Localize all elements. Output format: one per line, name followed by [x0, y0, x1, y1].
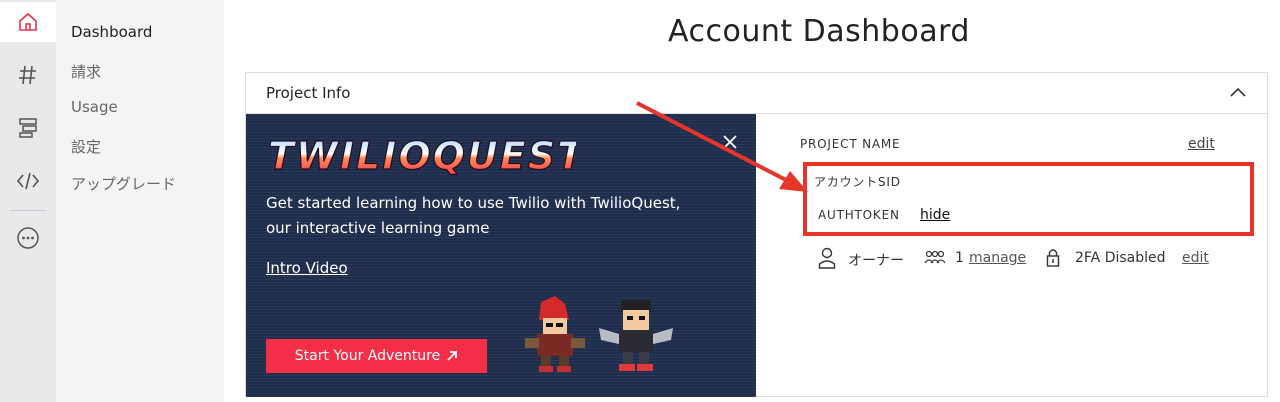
lock-icon	[1046, 249, 1060, 267]
project-name-label: PROJECT NAME	[800, 137, 901, 151]
banner-description: Get started learning how to use Twilio w…	[266, 194, 681, 237]
twilioquest-logo: TWILIOQUEST	[267, 134, 576, 176]
twofa-edit-link[interactable]: edit	[1182, 250, 1209, 266]
page-title: Account Dashboard	[668, 14, 970, 49]
manage-users-link[interactable]: manage	[969, 250, 1026, 266]
twofa-status: 2FA Disabled	[1075, 250, 1166, 266]
card-title: Project Info	[266, 84, 351, 102]
close-icon[interactable]	[722, 134, 738, 150]
svg-text:TWILIOQUEST: TWILIOQUEST	[268, 134, 576, 176]
start-adventure-label: Start Your Adventure	[294, 348, 441, 364]
code-icon	[16, 172, 40, 190]
sidebar-nav: Dashboard 請求 Usage 設定 アップグレード	[56, 0, 224, 402]
users-icon	[924, 250, 946, 264]
owner-role-label: オーナー	[848, 253, 904, 269]
sidebar-item-settings[interactable]: 設定	[71, 136, 101, 157]
project-name-edit-link[interactable]: edit	[1188, 136, 1215, 152]
highlight-box	[803, 162, 1254, 236]
user-icon	[818, 247, 836, 269]
twilioquest-banner: TWILIOQUEST Get started learning how to …	[246, 114, 756, 397]
rail-studio[interactable]	[0, 108, 56, 148]
rail-more[interactable]	[0, 218, 56, 258]
card-header[interactable]: Project Info	[246, 73, 1267, 114]
sidebar-item-upgrade[interactable]: アップグレード	[71, 173, 176, 194]
more-icon	[17, 227, 39, 249]
home-icon	[19, 12, 37, 31]
chevron-up-icon[interactable]	[1229, 85, 1247, 99]
rail-divider	[10, 210, 46, 211]
layout-icon	[19, 118, 37, 138]
icon-rail	[0, 0, 56, 402]
rail-developer[interactable]	[0, 161, 56, 201]
rail-phone-numbers[interactable]	[0, 55, 56, 95]
intro-video-link[interactable]: Intro Video	[266, 259, 348, 277]
arrow-up-right-icon	[447, 351, 458, 361]
hash-icon	[19, 65, 36, 85]
users-count: 1	[955, 250, 964, 266]
game-characters-illustration	[525, 296, 673, 372]
sidebar-item-billing[interactable]: 請求	[71, 61, 101, 82]
start-adventure-button[interactable]: Start Your Adventure	[266, 339, 487, 373]
sidebar-item-usage[interactable]: Usage	[71, 98, 118, 116]
sidebar-item-dashboard[interactable]: Dashboard	[71, 23, 152, 41]
rail-home[interactable]	[0, 2, 56, 42]
